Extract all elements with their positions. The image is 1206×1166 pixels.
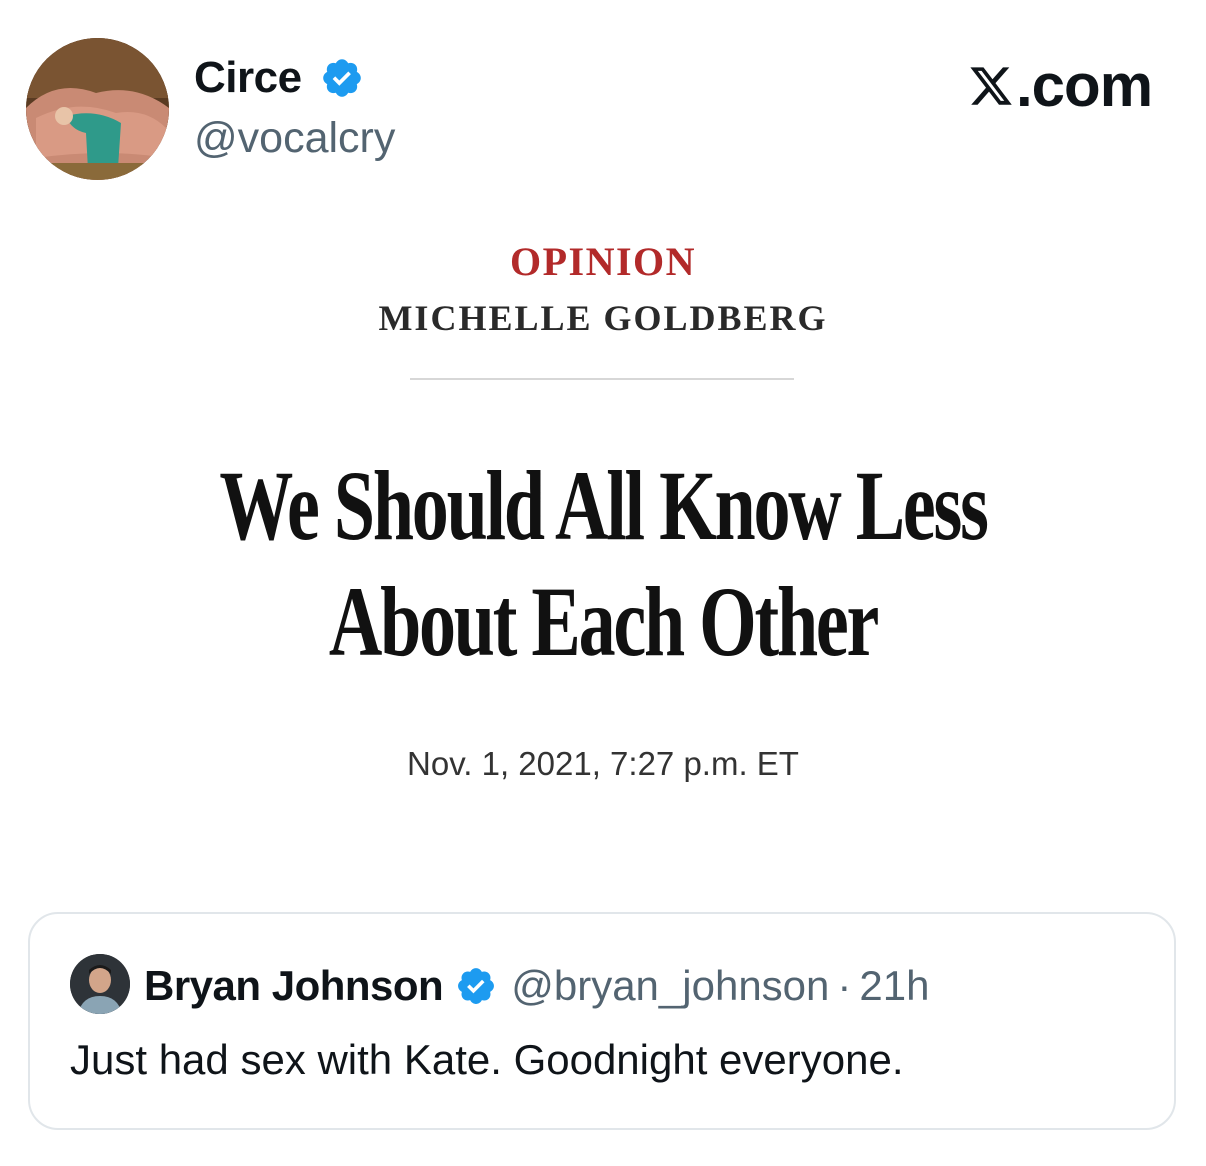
avatar-image-icon — [70, 954, 130, 1014]
quoted-author-avatar[interactable] — [70, 954, 130, 1014]
divider — [410, 378, 794, 380]
quoted-tweet-text: Just had sex with Kate. Goodnight everyo… — [70, 1036, 904, 1083]
quoted-author-name[interactable]: Bryan Johnson — [144, 962, 444, 1010]
section-label: OPINION — [509, 239, 697, 284]
article-byline: MICHELLE GOLDBERG — [378, 298, 828, 338]
quoted-timestamp[interactable]: 21h — [859, 962, 929, 1010]
headline-line-1: We Should All Know Less — [219, 450, 989, 561]
headline-line-2: About Each Other — [328, 566, 880, 677]
article-date: Nov. 1, 2021, 7:27 p.m. ET — [407, 745, 799, 782]
verified-badge-icon — [458, 968, 495, 1004]
quoted-tweet-header: Bryan Johnson @bryan_johnson · 21h — [144, 958, 929, 1014]
article-screenshot[interactable]: OPINION MICHELLE GOLDBERG We Should All … — [0, 0, 1206, 880]
meta-separator: · — [837, 962, 852, 1009]
quoted-author-handle[interactable]: @bryan_johnson — [511, 962, 829, 1010]
quoted-tweet-card[interactable]: Bryan Johnson @bryan_johnson · 21h Just … — [28, 912, 1176, 1130]
article-headline: We Should All Know Less About Each Other — [0, 448, 1206, 680]
